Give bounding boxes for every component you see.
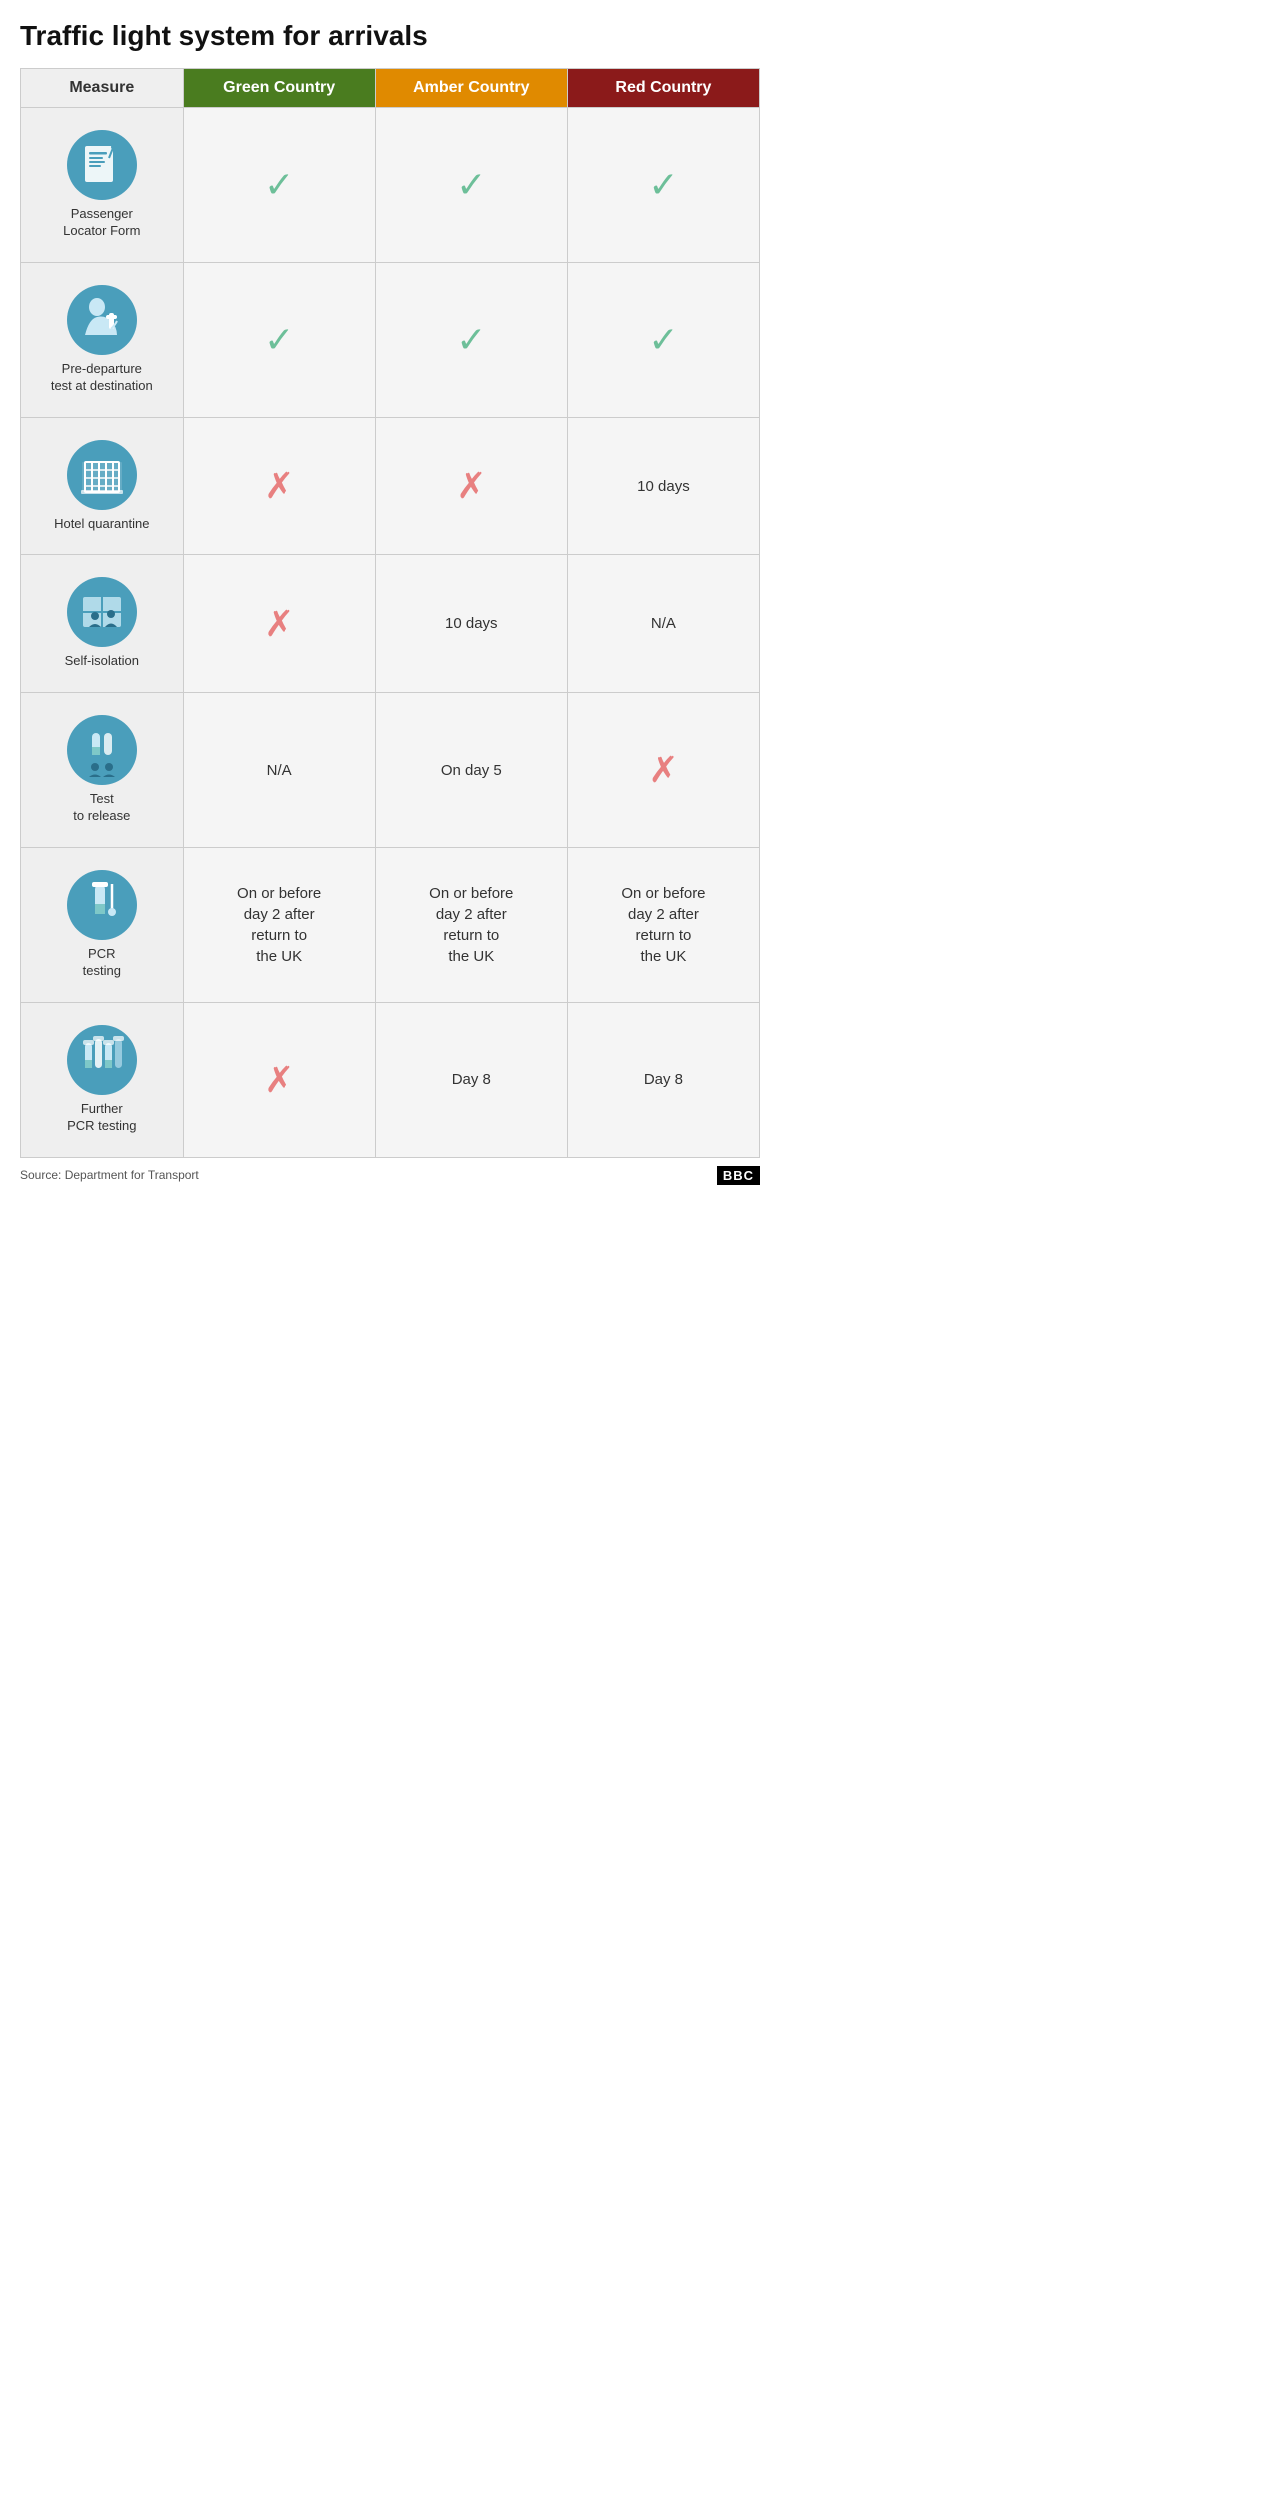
- passenger-locator-amber-cell: ✓: [375, 108, 567, 263]
- cross-icon: ✗: [456, 465, 486, 506]
- further-pcr-amber-cell: Day 8: [375, 1002, 567, 1157]
- further-pcr-icon: [67, 1025, 137, 1095]
- cell-value: On or beforeday 2 afterreturn tothe UK: [429, 885, 513, 965]
- further-pcr-green-cell: ✗: [183, 1002, 375, 1157]
- cell-value: 10 days: [637, 478, 690, 495]
- cross-icon: ✗: [264, 603, 294, 644]
- test-to-release-label: Testto release: [73, 791, 130, 825]
- passenger-locator-label: PassengerLocator Form: [63, 206, 140, 240]
- cell-value: N/A: [267, 762, 292, 779]
- cross-icon: ✗: [264, 1059, 294, 1100]
- table-row: Hotel quarantine ✗ ✗ 10 days: [21, 417, 760, 555]
- pcr-testing-amber-cell: On or beforeday 2 afterreturn tothe UK: [375, 848, 567, 1003]
- cell-value: 10 days: [445, 615, 498, 632]
- cell-value: Day 8: [452, 1071, 491, 1088]
- test-to-release-amber-cell: On day 5: [375, 693, 567, 848]
- check-icon: ✓: [648, 319, 678, 360]
- passenger-locator-icon: [67, 130, 137, 200]
- self-isolation-red-cell: N/A: [567, 555, 759, 693]
- footer: Source: Department for Transport BBC: [20, 1166, 760, 1185]
- check-icon: ✓: [648, 164, 678, 205]
- measure-test-to-release: Testto release: [21, 693, 184, 848]
- self-isolation-label: Self-isolation: [65, 653, 139, 670]
- measure-header: Measure: [21, 69, 184, 108]
- table-row: PCRtesting On or beforeday 2 afterreturn…: [21, 848, 760, 1003]
- passenger-locator-green-cell: ✓: [183, 108, 375, 263]
- pcr-testing-icon: [67, 870, 137, 940]
- source-label: Source: Department for Transport: [20, 1168, 199, 1182]
- pcr-testing-green-cell: On or beforeday 2 afterreturn tothe UK: [183, 848, 375, 1003]
- measure-pcr-testing: PCRtesting: [21, 848, 184, 1003]
- test-to-release-red-cell: ✗: [567, 693, 759, 848]
- hotel-quarantine-amber-cell: ✗: [375, 417, 567, 555]
- cross-icon: ✗: [264, 465, 294, 506]
- pre-departure-icon: [67, 285, 137, 355]
- measure-pre-departure: Pre-departuretest at destination: [21, 262, 184, 417]
- self-isolation-icon: [67, 577, 137, 647]
- amber-header: Amber Country: [375, 69, 567, 108]
- pre-departure-amber-cell: ✓: [375, 262, 567, 417]
- self-isolation-amber-cell: 10 days: [375, 555, 567, 693]
- red-header: Red Country: [567, 69, 759, 108]
- cell-value: Day 8: [644, 1071, 683, 1088]
- test-to-release-green-cell: N/A: [183, 693, 375, 848]
- further-pcr-red-cell: Day 8: [567, 1002, 759, 1157]
- page-title: Traffic light system for arrivals: [20, 20, 760, 52]
- test-to-release-icon: [67, 715, 137, 785]
- cell-value: On or beforeday 2 afterreturn tothe UK: [237, 885, 321, 965]
- measure-further-pcr: FurtherPCR testing: [21, 1002, 184, 1157]
- hotel-quarantine-red-cell: 10 days: [567, 417, 759, 555]
- pre-departure-label: Pre-departuretest at destination: [51, 361, 153, 395]
- table-row: FurtherPCR testing ✗ Day 8 Day 8: [21, 1002, 760, 1157]
- pre-departure-green-cell: ✓: [183, 262, 375, 417]
- pcr-testing-label: PCRtesting: [83, 946, 121, 980]
- hotel-quarantine-icon: [67, 440, 137, 510]
- cross-icon: ✗: [648, 749, 678, 790]
- cell-value: N/A: [651, 615, 676, 632]
- check-icon: ✓: [264, 319, 294, 360]
- table-row: PassengerLocator Form ✓ ✓ ✓: [21, 108, 760, 263]
- cell-value: On day 5: [441, 762, 502, 779]
- hotel-quarantine-green-cell: ✗: [183, 417, 375, 555]
- check-icon: ✓: [456, 319, 486, 360]
- green-header: Green Country: [183, 69, 375, 108]
- measure-self-isolation: Self-isolation: [21, 555, 184, 693]
- bbc-logo: BBC: [717, 1166, 760, 1185]
- measure-hotel-quarantine: Hotel quarantine: [21, 417, 184, 555]
- check-icon: ✓: [264, 164, 294, 205]
- self-isolation-green-cell: ✗: [183, 555, 375, 693]
- check-icon: ✓: [456, 164, 486, 205]
- cell-value: On or beforeday 2 afterreturn tothe UK: [621, 885, 705, 965]
- table-row: Self-isolation ✗ 10 days N/A: [21, 555, 760, 693]
- table-row: Testto release N/A On day 5 ✗: [21, 693, 760, 848]
- further-pcr-label: FurtherPCR testing: [67, 1101, 136, 1135]
- passenger-locator-red-cell: ✓: [567, 108, 759, 263]
- traffic-light-table: Measure Green Country Amber Country Red …: [20, 68, 760, 1158]
- hotel-quarantine-label: Hotel quarantine: [54, 516, 149, 533]
- table-row: Pre-departuretest at destination ✓ ✓ ✓: [21, 262, 760, 417]
- pcr-testing-red-cell: On or beforeday 2 afterreturn tothe UK: [567, 848, 759, 1003]
- measure-passenger-locator: PassengerLocator Form: [21, 108, 184, 263]
- pre-departure-red-cell: ✓: [567, 262, 759, 417]
